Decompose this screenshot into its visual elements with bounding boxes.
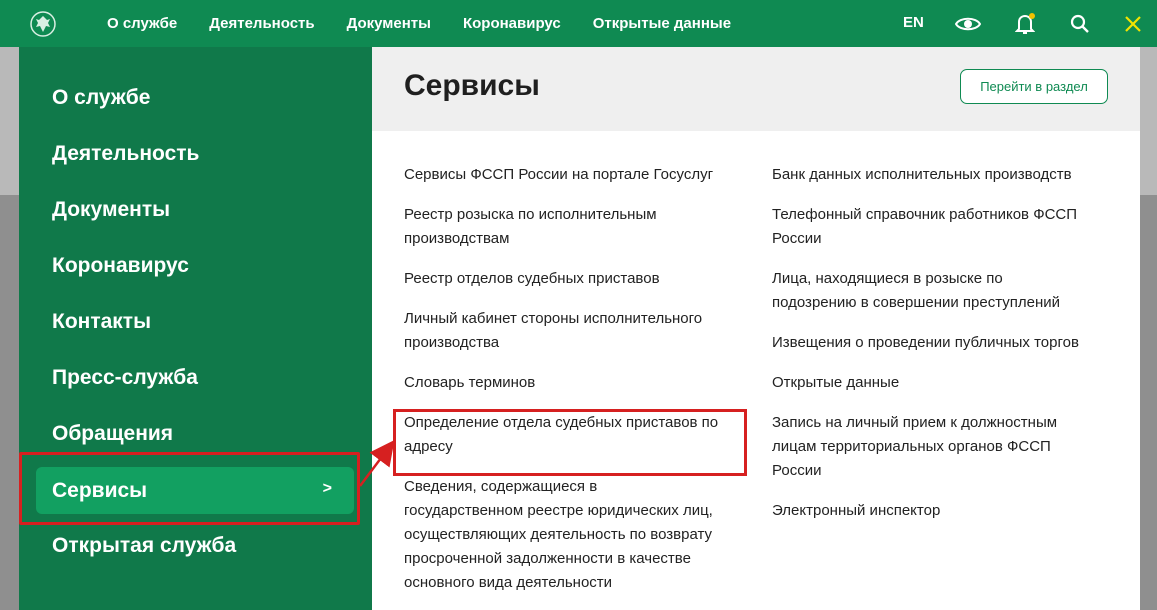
service-link-phone-directory[interactable]: Телефонный справочник работников ФССП Ро… [772,203,1077,251]
menu-item-coronavirus[interactable]: Коронавирус [52,254,189,278]
search-icon[interactable] [1067,11,1093,37]
nav-link-about[interactable]: О службе [107,15,177,32]
nav-link-open-data[interactable]: Открытые данные [593,15,731,32]
service-link-e-inspector[interactable]: Электронный инспектор [772,499,940,523]
eye-icon[interactable] [955,11,981,37]
service-link-open-data[interactable]: Открытые данные [772,371,899,395]
highlight-frame-target-link [393,409,747,476]
nav-link-activity[interactable]: Деятельность [209,15,314,32]
menu-item-activity[interactable]: Деятельность [52,142,199,166]
nav-link-coronavirus[interactable]: Коронавирус [463,15,561,32]
top-navigation-bar: О службе Деятельность Документы Коронави… [0,0,1157,47]
menu-item-about[interactable]: О службе [52,86,150,110]
service-link-enforcement-database[interactable]: Банк данных исполнительных производств [772,163,1072,187]
service-link-glossary[interactable]: Словарь терминов [404,371,535,395]
bell-icon[interactable] [1012,11,1038,37]
menu-item-open-service[interactable]: Открытая служба [52,534,236,558]
service-link-departments-registry[interactable]: Реестр отделов судебных приставов [404,267,660,291]
services-header: Сервисы Перейти в раздел [372,47,1140,131]
emblem-logo-icon[interactable] [28,9,58,39]
service-link-personal-cabinet[interactable]: Личный кабинет стороны исполнительного п… [404,307,702,355]
nav-link-documents[interactable]: Документы [347,15,431,32]
highlight-frame-services [19,452,360,525]
go-to-section-button[interactable]: Перейти в раздел [960,69,1108,104]
service-link-wanted-persons[interactable]: Лица, находящиеся в розыске по подозрени… [772,267,1060,315]
language-switch[interactable]: EN [903,14,924,31]
services-title: Сервисы [404,69,540,102]
left-menu: О службе Деятельность Документы Коронави… [19,47,372,610]
service-link-collectors-registry[interactable]: Сведения, содержащиеся в государственном… [404,475,713,595]
main-nav: О службе Деятельность Документы Коронави… [107,0,763,47]
menu-item-appeals[interactable]: Обращения [52,422,173,446]
service-link-appointment[interactable]: Запись на личный прием к должностным лиц… [772,411,1057,483]
service-link-gosuslugi[interactable]: Сервисы ФССП России на портале Госуслуг [404,163,713,187]
service-link-auctions[interactable]: Извещения о проведении публичных торгов [772,331,1079,355]
close-icon[interactable] [1120,11,1146,37]
menu-item-documents[interactable]: Документы [52,198,170,222]
service-link-wanted-registry[interactable]: Реестр розыска по исполнительным произво… [404,203,657,251]
menu-item-press[interactable]: Пресс-служба [52,366,198,390]
menu-item-contacts[interactable]: Контакты [52,310,151,334]
